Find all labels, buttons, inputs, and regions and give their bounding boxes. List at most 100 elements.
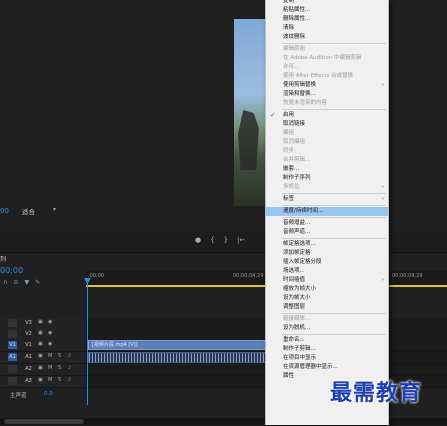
- menu-item: 合并剪辑...: [266, 156, 388, 165]
- menu-item-label: 同步: [283, 148, 295, 154]
- menu-item[interactable]: 制作子剪辑...: [266, 345, 388, 354]
- menu-separator: [282, 313, 386, 314]
- eye-icon[interactable]: ◉: [48, 341, 52, 347]
- submenu-arrow-icon: ›: [381, 196, 384, 202]
- menu-item-label: 速度/持续时间...: [283, 208, 324, 214]
- track-label: A2: [25, 366, 32, 372]
- lock-icon[interactable]: ▣: [38, 377, 43, 383]
- linked-selection-icon[interactable]: ⊙: [13, 279, 18, 286]
- menu-item[interactable]: ✓ 启用: [266, 111, 388, 120]
- menu-item[interactable]: 在项目中显示: [266, 354, 388, 363]
- snap-icon[interactable]: ∩: [3, 279, 7, 286]
- track-header-v1: V1 V1 ▣ ◉: [0, 340, 86, 352]
- mute-icon[interactable]: M: [48, 353, 52, 359]
- solo-icon[interactable]: S: [58, 365, 61, 371]
- menu-item: 取消编组: [266, 138, 388, 147]
- menu-item-label: 粘贴属性...: [283, 7, 311, 13]
- menu-item-label: 使用 After Effects 合成替换: [283, 73, 354, 79]
- menu-item-label: 波纹删除: [283, 34, 306, 40]
- menu-separator: [282, 217, 386, 218]
- track-source-toggle[interactable]: A1: [8, 353, 17, 361]
- menu-item-label: 嵌套...: [283, 166, 300, 172]
- menu-item-label: 属性: [283, 373, 295, 379]
- menu-item[interactable]: 取消链接: [266, 120, 388, 129]
- out-point-icon[interactable]: }: [224, 236, 228, 246]
- menu-item[interactable]: 插入帧定格分段: [266, 258, 388, 267]
- marker-icon[interactable]: ●: [195, 236, 201, 246]
- lock-icon[interactable]: ▣: [38, 319, 43, 325]
- menu-item-label: 多机位: [283, 184, 300, 190]
- track-header-a2: A2 ▣ M S ♪: [0, 364, 86, 376]
- menu-item[interactable]: 音频增益...: [266, 219, 388, 228]
- track-source-toggle[interactable]: [8, 330, 17, 338]
- menu-item[interactable]: 添加帧定格: [266, 249, 388, 258]
- menu-separator: [282, 238, 386, 239]
- wrench-icon[interactable]: ✎: [35, 279, 40, 286]
- menu-item[interactable]: 场选项...: [266, 267, 388, 276]
- timeline-scroll-thumb[interactable]: [4, 419, 84, 424]
- mic-icon[interactable]: ♪: [68, 377, 71, 383]
- track-source-toggle[interactable]: [8, 319, 17, 327]
- playhead[interactable]: [87, 279, 88, 405]
- transport-controls: ● { } |←: [195, 236, 265, 246]
- track-source-toggle[interactable]: [8, 377, 17, 385]
- menu-item[interactable]: 设为帧大小: [266, 294, 388, 303]
- lock-icon[interactable]: ▣: [38, 353, 43, 359]
- master-volume-value[interactable]: 0.0: [44, 391, 53, 397]
- menu-item[interactable]: 在资源管理器中显示...: [266, 363, 388, 372]
- menu-item[interactable]: 调整图层: [266, 303, 388, 312]
- menu-item-label: 删除属性...: [283, 16, 311, 22]
- eye-icon[interactable]: ◉: [48, 330, 52, 336]
- menu-item[interactable]: 删除属性...: [266, 15, 388, 24]
- menu-item[interactable]: 速度/持续时间...: [266, 207, 388, 216]
- menu-item[interactable]: 清除: [266, 24, 388, 33]
- solo-icon[interactable]: S: [58, 353, 61, 359]
- ruler-label: 00;00;09;29: [392, 273, 423, 279]
- menu-item[interactable]: 粘贴属性...: [266, 6, 388, 15]
- menu-item: 同步: [266, 147, 388, 156]
- menu-item: 在 Adobe Audition 中编辑剪辑: [266, 54, 388, 63]
- mic-icon[interactable]: ♪: [68, 365, 71, 371]
- menu-item[interactable]: 嵌套...: [266, 165, 388, 174]
- timeline-timecode[interactable]: 00;00: [0, 266, 23, 275]
- track-header-a3: A3 ▣ M S ♪: [0, 376, 86, 388]
- menu-item[interactable]: 重命名...: [266, 336, 388, 345]
- menu-item-label: 重命名...: [283, 337, 305, 343]
- solo-icon[interactable]: S: [58, 377, 61, 383]
- track-source-toggle[interactable]: [8, 365, 17, 373]
- monitor-timecode[interactable]: 00: [0, 207, 9, 215]
- audio-clip[interactable]: [88, 352, 268, 363]
- menu-item[interactable]: 时间插值 ›: [266, 276, 388, 285]
- menu-item[interactable]: 波纹删除: [266, 33, 388, 42]
- menu-separator: [282, 109, 386, 110]
- track-source-toggle[interactable]: V1: [8, 341, 17, 349]
- sequence-tab[interactable]: 列: [0, 254, 6, 263]
- fit-dropdown[interactable]: 适合: [22, 206, 58, 216]
- add-marker-icon[interactable]: ▼: [24, 279, 29, 286]
- menu-item[interactable]: 使用剪辑替换 ›: [266, 81, 388, 90]
- go-to-in-icon[interactable]: |←: [237, 236, 245, 246]
- lock-icon[interactable]: ▣: [38, 330, 43, 336]
- menu-item-label: 取消链接: [283, 121, 306, 127]
- menu-item-label: 取消编组: [283, 139, 306, 145]
- menu-item-label: 帧定格选项...: [283, 241, 316, 247]
- in-point-icon[interactable]: {: [210, 236, 214, 246]
- mic-icon[interactable]: ♪: [68, 353, 71, 359]
- menu-item-label: 插入帧定格分段: [283, 259, 322, 265]
- menu-item[interactable]: 渲染和替换...: [266, 90, 388, 99]
- menu-item-label: 制作子序列: [283, 175, 311, 181]
- video-clip-label: [视频片段.mp4 [V]]: [92, 342, 138, 348]
- menu-item[interactable]: 缩放为帧大小: [266, 285, 388, 294]
- menu-item[interactable]: 设为脱机...: [266, 324, 388, 333]
- lock-icon[interactable]: ▣: [38, 365, 43, 371]
- eye-icon[interactable]: ◉: [48, 319, 52, 325]
- mute-icon[interactable]: M: [48, 365, 52, 371]
- menu-item[interactable]: 制作子序列: [266, 174, 388, 183]
- menu-item-label: 启用: [283, 112, 295, 118]
- lock-icon[interactable]: ▣: [38, 341, 43, 347]
- menu-item[interactable]: 音频声道...: [266, 228, 388, 237]
- menu-item[interactable]: 帧定格选项...: [266, 240, 388, 249]
- menu-item[interactable]: 标签 ›: [266, 195, 388, 204]
- menu-item-label: 编辑原始: [283, 46, 306, 52]
- mute-icon[interactable]: M: [48, 377, 52, 383]
